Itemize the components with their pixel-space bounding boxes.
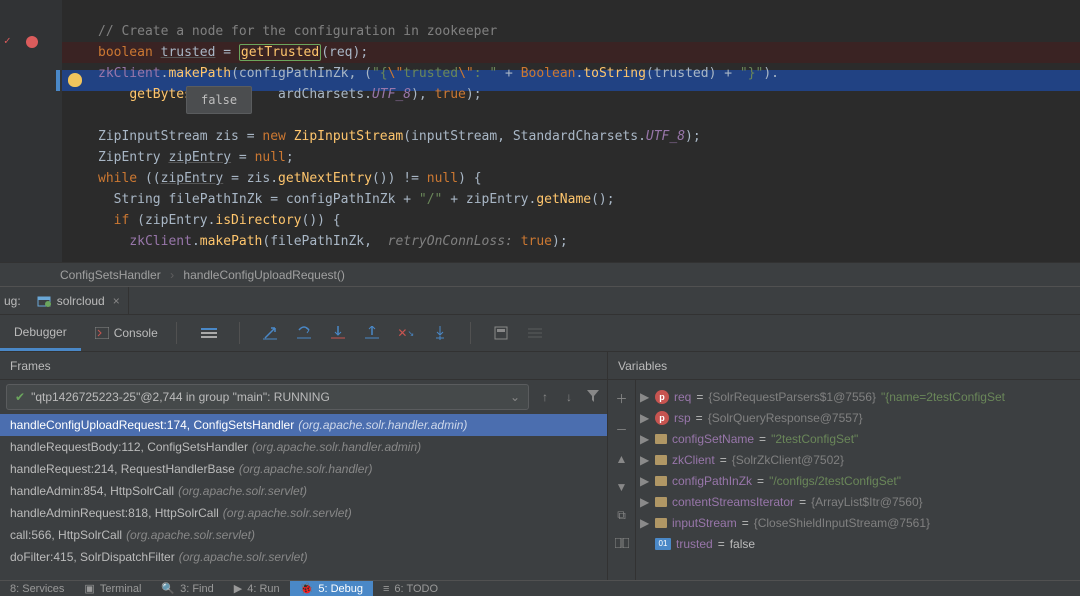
expand-icon[interactable]: ▶ xyxy=(640,474,650,488)
expand-icon[interactable]: ▶ xyxy=(640,432,650,446)
terminal-icon: ▣ xyxy=(84,582,94,595)
frame-item[interactable]: handleConfigUploadRequest:174, ConfigSet… xyxy=(0,414,607,436)
frame-item[interactable]: doFilter:415, SolrDispatchFilter(org.apa… xyxy=(0,546,607,568)
tab-debugger[interactable]: Debugger xyxy=(0,315,81,351)
expand-icon[interactable]: ▶ xyxy=(640,516,650,530)
breadcrumb[interactable]: ConfigSetsHandler › handleConfigUploadRe… xyxy=(0,262,1080,286)
step-into-icon[interactable] xyxy=(330,325,346,341)
debug-panels: Frames ✔ "qtp1426725223-25"@2,744 in gro… xyxy=(0,352,1080,580)
param-icon: p xyxy=(655,390,669,404)
sb-terminal[interactable]: ▣Terminal xyxy=(74,582,151,595)
field-icon xyxy=(655,518,667,528)
variables-list[interactable]: ▶preq = {SolrRequestParsers$1@7556} "{na… xyxy=(636,380,1080,580)
list-icon: ≡ xyxy=(383,583,389,595)
variable-row[interactable]: ▶zkClient = {SolrZkClient@7502} xyxy=(640,449,1076,470)
evaluate-icon[interactable] xyxy=(493,325,509,341)
frame-item[interactable]: handleAdminRequest:818, HttpSolrCall(org… xyxy=(0,502,607,524)
tab-console[interactable]: Console xyxy=(81,315,172,351)
run-config-name: solrcloud xyxy=(57,294,105,308)
show-watches-icon[interactable] xyxy=(615,537,629,551)
chevron-right-icon: › xyxy=(170,268,174,282)
search-icon: 🔍 xyxy=(161,582,175,595)
run-config-tab[interactable]: solrcloud × xyxy=(29,287,129,314)
frame-item[interactable]: handleAdmin:854, HttpSolrCall(org.apache… xyxy=(0,480,607,502)
remove-watch-icon[interactable]: － xyxy=(615,421,627,438)
expand-icon[interactable]: ▶ xyxy=(640,495,650,509)
frames-title: Frames xyxy=(0,352,607,380)
prev-frame-icon[interactable]: ↑ xyxy=(537,390,553,404)
show-exec-icon[interactable] xyxy=(262,325,278,341)
variable-row[interactable]: ▶preq = {SolrRequestParsers$1@7556} "{na… xyxy=(640,386,1076,407)
field-icon xyxy=(655,497,667,507)
variable-row[interactable]: ▶configSetName = "2testConfigSet" xyxy=(640,428,1076,449)
frame-item[interactable]: handleRequest:214, RequestHandlerBase(or… xyxy=(0,458,607,480)
duplicate-icon[interactable]: ⧉ xyxy=(617,508,626,523)
variable-row[interactable]: 01trusted = false xyxy=(640,533,1076,554)
breadcrumb-method[interactable]: handleConfigUploadRequest() xyxy=(183,268,344,282)
variable-row[interactable]: ▶inputStream = {CloseShieldInputStream@7… xyxy=(640,512,1076,533)
expand-icon[interactable]: ▶ xyxy=(640,411,650,425)
check-icon: ✔ xyxy=(15,390,25,404)
thread-selector[interactable]: ✔ "qtp1426725223-25"@2,744 in group "mai… xyxy=(6,384,529,410)
frame-item[interactable]: handleRequestBody:112, ConfigSetsHandler… xyxy=(0,436,607,458)
value-tooltip: false xyxy=(186,86,252,114)
sb-debug[interactable]: 🐞5: Debug xyxy=(290,581,373,596)
play-icon: ▶ xyxy=(234,582,242,595)
step-out-icon[interactable] xyxy=(364,325,380,341)
exec-pointer-icon xyxy=(56,70,60,91)
sb-find[interactable]: 🔍3: Find xyxy=(151,582,223,595)
breakpoint-icon[interactable] xyxy=(26,36,38,48)
frames-panel: Frames ✔ "qtp1426725223-25"@2,744 in gro… xyxy=(0,352,608,580)
variable-row[interactable]: ▶prsp = {SolrQueryResponse@7557} xyxy=(640,407,1076,428)
variable-row[interactable]: ▶configPathInZk = "/configs/2testConfigS… xyxy=(640,470,1076,491)
field-icon xyxy=(655,434,667,444)
trace-icon[interactable] xyxy=(527,325,543,341)
expand-icon[interactable]: ▶ xyxy=(640,453,650,467)
variables-toolbar: ＋ － ▲ ▼ ⧉ xyxy=(608,380,636,580)
bug-icon: 🐞 xyxy=(300,582,314,595)
separator xyxy=(470,322,471,344)
param-icon: p xyxy=(655,411,669,425)
breadcrumb-class[interactable]: ConfigSetsHandler xyxy=(60,268,161,282)
new-watch-icon[interactable]: ＋ xyxy=(615,390,627,407)
variable-row[interactable]: ▶contentStreamsIterator = {ArrayList$Itr… xyxy=(640,491,1076,512)
field-icon xyxy=(655,455,667,465)
variables-panel: Variables ＋ － ▲ ▼ ⧉ ▶preq = {SolrRequest… xyxy=(608,352,1080,580)
expand-icon xyxy=(640,537,650,551)
chevron-down-icon[interactable]: ⌄ xyxy=(510,390,520,404)
tab-console-label: Console xyxy=(114,326,158,340)
close-icon[interactable]: × xyxy=(113,294,120,308)
separator xyxy=(239,322,240,344)
debug-label: ug: xyxy=(0,294,29,308)
next-frame-icon[interactable]: ↓ xyxy=(561,390,577,404)
gutter[interactable] xyxy=(0,0,62,262)
run-to-cursor-icon[interactable] xyxy=(432,325,448,341)
drop-frame-icon[interactable]: ✕↘ xyxy=(398,325,414,341)
code-block[interactable]: // Create a node for the configuration i… xyxy=(62,0,1080,252)
sb-services[interactable]: 8: Services xyxy=(0,583,74,595)
threads-icon[interactable] xyxy=(201,325,217,341)
separator xyxy=(176,322,177,344)
frames-list[interactable]: handleConfigUploadRequest:174, ConfigSet… xyxy=(0,414,607,580)
filter-icon[interactable] xyxy=(585,390,601,405)
thread-name: "qtp1426725223-25"@2,744 in group "main"… xyxy=(31,390,330,404)
field-icon xyxy=(655,476,667,486)
console-icon xyxy=(95,327,109,339)
sb-run[interactable]: ▶4: Run xyxy=(224,582,290,595)
move-down-icon[interactable]: ▼ xyxy=(616,480,628,494)
step-over-icon[interactable] xyxy=(296,325,312,341)
primitive-icon: 01 xyxy=(655,538,671,550)
debug-toolbar: Debugger Console ✕↘ xyxy=(0,314,1080,352)
sb-todo[interactable]: ≡6: TODO xyxy=(373,583,448,595)
code-editor[interactable]: // Create a node for the configuration i… xyxy=(0,0,1080,262)
expand-icon[interactable]: ▶ xyxy=(640,390,650,404)
move-up-icon[interactable]: ▲ xyxy=(616,452,628,466)
run-config-icon xyxy=(37,295,51,307)
debug-tabbar: ug: solrcloud × xyxy=(0,286,1080,314)
status-bar: 8: Services ▣Terminal 🔍3: Find ▶4: Run 🐞… xyxy=(0,580,1080,596)
frame-item[interactable]: call:566, HttpSolrCall(org.apache.solr.s… xyxy=(0,524,607,546)
variables-title: Variables xyxy=(608,352,1080,380)
thread-row: ✔ "qtp1426725223-25"@2,744 in group "mai… xyxy=(0,380,607,414)
